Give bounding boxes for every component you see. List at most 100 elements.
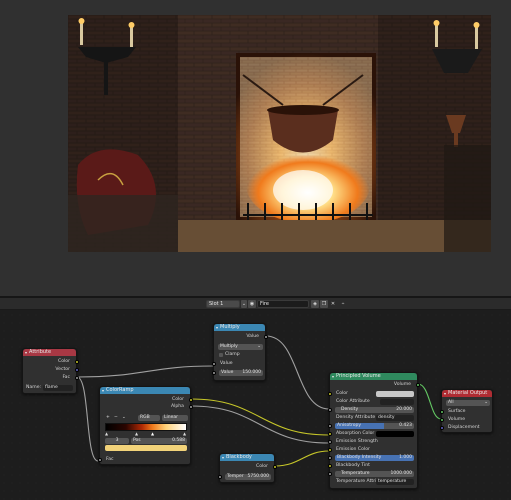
node-title: Blackbody xyxy=(226,454,252,460)
blackbody-intensity-slider[interactable]: Blackbody Intensity 1.000 xyxy=(335,454,414,461)
float-socket-icon[interactable] xyxy=(74,375,79,380)
ramp-stop-marker-icon[interactable]: ▲ xyxy=(151,431,154,436)
temperature-field[interactable]: Temper 5750.000 xyxy=(225,473,271,480)
stop-index-field[interactable]: 3 xyxy=(105,437,129,444)
collapse-arrow-icon[interactable]: ▾ xyxy=(332,373,334,380)
add-stop-icon[interactable]: + xyxy=(104,415,110,421)
colorramp-node[interactable]: ▾ ColorRamp Color Alpha + − ⌄ RGB Linear… xyxy=(97,386,193,465)
chevron-down-icon[interactable]: ⌄ xyxy=(241,300,247,308)
material-output-node[interactable]: ▾ Material Output All ⌄ Surface Volume D… xyxy=(439,389,493,433)
principled-volume-node[interactable]: ▾ Principled Volume Volume Color Color A… xyxy=(327,372,420,489)
clamp-checkbox[interactable] xyxy=(219,352,223,357)
float-socket-icon[interactable] xyxy=(211,370,216,375)
float-socket-icon[interactable] xyxy=(327,455,332,460)
duplicate-material-icon[interactable]: ❐ xyxy=(320,300,328,308)
socket-label: Color xyxy=(256,464,268,469)
attribute-name-value: flame xyxy=(45,384,58,390)
ramp-stop-row: 3 Pos 0.588 xyxy=(100,437,190,444)
value-field[interactable]: Value 150.000 xyxy=(219,369,263,376)
temperature-attribute-field[interactable]: temperature xyxy=(376,478,414,485)
color-socket-icon[interactable] xyxy=(272,464,277,469)
ramp-stop-marker-icon[interactable]: ▲ xyxy=(105,431,108,436)
stop-color-swatch[interactable] xyxy=(105,445,187,451)
color-attribute-field[interactable] xyxy=(380,398,414,405)
stop-position-field[interactable]: Pos 0.588 xyxy=(131,437,187,444)
color-socket-icon[interactable] xyxy=(327,431,332,436)
shader-socket-icon[interactable] xyxy=(415,382,420,387)
attribute-node-header[interactable]: ▾ Attribute xyxy=(23,349,76,356)
color-socket-icon[interactable] xyxy=(327,447,332,452)
socket-label: Value xyxy=(220,361,233,366)
attribute-name-field[interactable]: flame xyxy=(43,384,73,391)
pos-value: 0.588 xyxy=(172,437,185,443)
collapse-arrow-icon[interactable]: ▾ xyxy=(216,324,218,331)
target-select[interactable]: All ⌄ xyxy=(446,399,490,406)
pin-icon[interactable]: ⌖ xyxy=(339,300,347,308)
operation-select[interactable]: Multiply ⌄ xyxy=(218,343,263,350)
node-title: Principled Volume xyxy=(336,373,381,379)
principled-volume-node-header[interactable]: ▾ Principled Volume xyxy=(330,373,417,380)
remove-stop-icon[interactable]: − xyxy=(112,415,118,421)
absorption-color-swatch[interactable] xyxy=(376,430,414,437)
input-socket-row: Emission Strength xyxy=(327,438,417,445)
density-value: 20.000 xyxy=(396,406,412,412)
chevron-down-icon[interactable]: ⌄ xyxy=(120,415,126,421)
blackbody-intensity-value: 1.000 xyxy=(399,454,412,460)
slot-selector[interactable]: Slot 1 xyxy=(206,300,240,308)
ramp-stop-marker-icon[interactable]: ▲ xyxy=(135,431,138,436)
vector-socket-icon[interactable] xyxy=(74,367,79,372)
density-field[interactable]: Density 20.000 xyxy=(335,406,414,413)
color-swatch[interactable] xyxy=(376,390,414,397)
close-icon[interactable]: ✕ xyxy=(329,300,337,308)
collapse-arrow-icon[interactable]: ▾ xyxy=(444,390,446,397)
shader-socket-icon[interactable] xyxy=(439,409,444,414)
float-socket-icon[interactable] xyxy=(327,471,332,476)
attribute-node[interactable]: ▾ Attribute Color Vector Fac Name: flame xyxy=(22,348,79,394)
anisotropy-label: Anisotropy xyxy=(337,422,362,428)
shader-socket-icon[interactable] xyxy=(439,417,444,422)
interpolation-value: Linear xyxy=(164,414,178,420)
multiply-node-header[interactable]: ▾ Multiply xyxy=(214,324,265,331)
anisotropy-slider[interactable]: Anisotropy 0.423 xyxy=(335,422,414,429)
collapse-arrow-icon[interactable]: ▾ xyxy=(102,387,104,394)
colorramp-node-header[interactable]: ▾ ColorRamp xyxy=(100,387,190,394)
float-socket-icon[interactable] xyxy=(188,404,193,409)
fake-user-shield-icon[interactable]: ◈ xyxy=(311,300,319,308)
material-output-node-header[interactable]: ▾ Material Output xyxy=(442,390,492,397)
color-ramp-gradient[interactable] xyxy=(105,423,187,431)
3d-viewport[interactable] xyxy=(0,0,511,296)
socket-label: Color xyxy=(336,391,348,396)
float-socket-icon[interactable] xyxy=(263,334,268,339)
input-socket-row: Volume xyxy=(439,416,492,423)
input-socket-row: Temperature Attri... temperature xyxy=(330,478,417,485)
blackbody-node-header[interactable]: ▾ Blackbody xyxy=(220,454,274,461)
socket-label: Fac xyxy=(62,375,70,380)
float-socket-icon[interactable] xyxy=(327,407,332,412)
material-sphere-icon[interactable]: ◉ xyxy=(248,300,256,308)
float-socket-icon[interactable] xyxy=(97,457,102,462)
collapse-arrow-icon[interactable]: ▾ xyxy=(25,349,27,356)
float-socket-icon[interactable] xyxy=(327,439,332,444)
float-socket-icon[interactable] xyxy=(327,423,332,428)
float-socket-icon[interactable] xyxy=(217,474,222,479)
operation-row: Multiply ⌄ xyxy=(214,343,265,350)
blackbody-node[interactable]: ▾ Blackbody Color Temper 5750.000 xyxy=(217,453,277,483)
material-name-field[interactable]: Fire xyxy=(257,300,309,308)
density-attribute-field[interactable]: density xyxy=(376,414,414,421)
node-editor-canvas[interactable]: ▾ Attribute Color Vector Fac Name: flame… xyxy=(0,311,511,500)
color-mode-select[interactable]: RGB xyxy=(138,414,160,421)
interpolation-select[interactable]: Linear xyxy=(162,414,188,421)
color-socket-icon[interactable] xyxy=(327,463,332,468)
color-socket-icon[interactable] xyxy=(74,359,79,364)
temperature-field[interactable]: Temperature 1000.000 xyxy=(335,470,414,477)
color-socket-icon[interactable] xyxy=(327,391,332,396)
float-socket-icon[interactable] xyxy=(211,361,216,366)
ramp-stop-marker-icon[interactable]: ▲ xyxy=(183,431,186,436)
name-label: Name: xyxy=(26,385,42,390)
chevron-down-icon: ⌄ xyxy=(484,399,488,405)
vector-socket-icon[interactable] xyxy=(439,425,444,430)
multiply-node[interactable]: ▾ Multiply Value Multiply ⌄ Clamp Value … xyxy=(211,323,268,381)
input-socket-row: Color xyxy=(327,390,417,397)
color-socket-icon[interactable] xyxy=(188,397,193,402)
collapse-arrow-icon[interactable]: ▾ xyxy=(222,454,224,461)
